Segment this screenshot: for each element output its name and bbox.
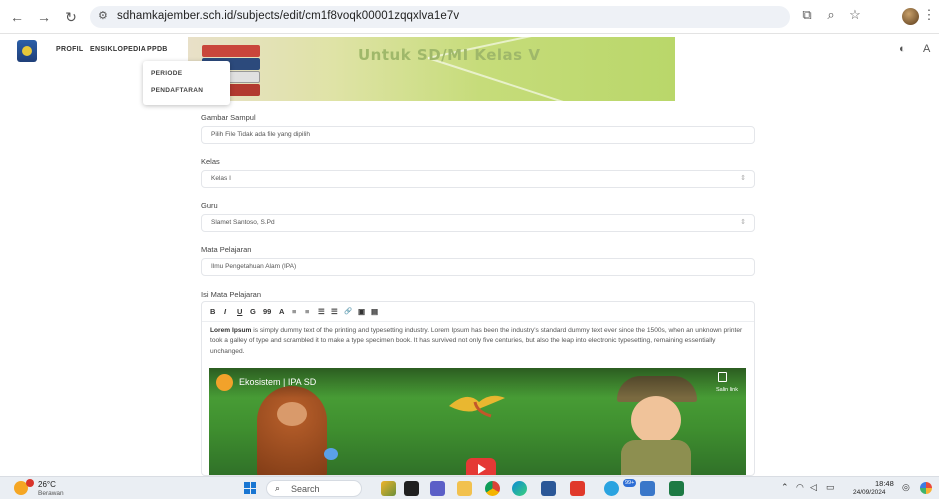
editor-content[interactable]: Lorem Ipsum is simply dummy text of the … [210,326,750,357]
site-info-icon[interactable]: ⚙ [98,9,108,22]
store-icon[interactable] [640,481,655,496]
body-text: is simply dummy text of the printing and… [210,327,743,355]
chrome-icon[interactable] [485,481,500,496]
course-banner: Untuk SD/MI Kelas V [188,37,675,101]
image-button[interactable]: ▣ [358,307,365,316]
browser-toolbar: ← → ↻ ⚙ sdhamkajember.sch.id/subjects/ed… [0,0,939,34]
excel-icon[interactable] [669,481,684,496]
teacher-label: Guru [201,201,218,210]
class-select[interactable]: Kelas I ⇕ [201,170,755,188]
strikethrough-button[interactable]: G [250,307,256,316]
copy-link-icon[interactable] [718,372,727,382]
ppdb-dropdown: PERIODE PENDAFTARAN [143,61,230,105]
file-explorer-icon[interactable] [457,481,472,496]
school-logo[interactable] [17,40,37,62]
file-input-text: Pilih File Tidak ada file yang dipilih [211,131,310,138]
tray-chevron-icon[interactable]: ⌃ [781,482,789,493]
butterfly-illustration [324,448,338,460]
underline-button[interactable]: U [237,307,242,316]
select-arrow-icon: ⇕ [740,175,746,182]
align-right-button[interactable]: ≡ [305,307,309,316]
content-label: Isi Mata Pelajaran [201,290,262,299]
italic-button[interactable]: I [224,307,226,316]
forward-icon[interactable]: → [35,8,53,26]
bullet-list-button[interactable]: ☰ [318,307,325,316]
weather-alert-badge [26,479,34,487]
clock-date[interactable]: 24/09/2024 [853,489,886,496]
teacher-select-value: Slamet Santoso, S.Pd [211,219,275,226]
class-label: Kelas [201,157,220,166]
select-arrow-icon: ⇕ [740,219,746,226]
profile-avatar[interactable] [902,8,919,25]
copy-link-label[interactable]: Salin link [716,387,738,393]
back-icon[interactable]: ← [8,8,26,26]
whatsapp-icon[interactable] [604,481,619,496]
rich-text-editor[interactable]: B I U G 99 A ≡ ≡ ☰ ☰ 🔗 ▣ ▤ Lorem Ipsum i… [201,301,755,476]
dropdown-item-periode[interactable]: PERIODE [151,70,182,77]
youtube-play-icon[interactable] [466,458,496,475]
weather-temperature[interactable]: 26°C [38,480,56,489]
cover-image-label: Gambar Sampul [201,113,256,122]
edge-icon[interactable] [512,481,527,496]
teacher-select[interactable]: Slamet Santoso, S.Pd ⇕ [201,214,755,232]
link-button[interactable]: 🔗 [344,307,352,315]
volume-icon[interactable]: ◁ [810,482,817,493]
windows-start-icon[interactable] [244,482,256,494]
address-bar[interactable]: ⚙ sdhamkajember.sch.id/subjects/edit/cm1… [90,6,790,28]
editor-toolbar: B I U G 99 A ≡ ≡ ☰ ☰ 🔗 ▣ ▤ [202,302,754,322]
channel-logo-icon[interactable] [216,374,233,391]
banner-title: Untuk SD/MI Kelas V [358,46,541,64]
teams-icon[interactable] [430,481,445,496]
nav-ensiklopedia[interactable]: ENSIKLOPEDIA [90,46,146,53]
cover-image-file-input[interactable]: Pilih File Tidak ada file yang dipilih [201,126,755,144]
clock-time[interactable]: 18:48 [875,479,894,488]
menu-dots-icon[interactable]: ⋮ [922,7,936,23]
theme-toggle-icon[interactable]: ◐ [899,43,906,55]
video-button[interactable]: ▤ [371,307,378,316]
bold-button[interactable]: B [210,307,215,316]
url-text: sdhamkajember.sch.id/subjects/edit/cm1f8… [117,10,460,22]
bold-lead-text: Lorem Ipsum [210,327,252,334]
notifications-bell-icon[interactable]: ◎ [902,482,910,493]
taskbar-search[interactable]: ⌕ Search [266,480,362,497]
video-title[interactable]: Ekosistem | IPA SD [239,377,316,387]
weather-description[interactable]: Berawan [38,490,64,497]
notification-badge: 99+ [623,479,637,487]
windows-taskbar: 26°C Berawan ⌕ Search 99+ ⌃ ◠ ◁ ▭ 18:48 … [0,476,939,499]
reload-icon[interactable]: ↻ [62,8,80,26]
align-left-button[interactable]: ≡ [292,307,296,316]
dropdown-item-pendaftaran[interactable]: PENDAFTARAN [151,87,203,94]
copilot-icon[interactable] [920,482,932,494]
orangutan-illustration [257,386,327,475]
bookmark-star-icon[interactable]: ☆ [845,7,865,23]
wifi-icon[interactable]: ◠ [796,482,804,493]
language-icon[interactable]: A [923,43,930,55]
embedded-video[interactable]: Ekosistem | IPA SD Salin link [209,368,746,475]
search-icon: ⌕ [275,483,281,493]
text-color-button[interactable]: A [279,307,284,316]
subject-input[interactable]: Ilmu Pengetahuan Alam (IPA) [201,258,755,276]
translate-icon[interactable]: ⧉ [797,7,817,23]
nav-profil[interactable]: PROFIL [56,46,83,53]
word-icon[interactable] [541,481,556,496]
battery-icon[interactable]: ▭ [826,482,835,493]
taskbar-search-label: Search [291,484,320,494]
nav-ppdb[interactable]: PPDB [147,46,168,53]
subject-input-value: Ilmu Pengetahuan Alam (IPA) [211,263,297,270]
ordered-list-button[interactable]: ☰ [331,307,338,316]
app-icon-dark[interactable] [404,481,419,496]
zoom-icon[interactable]: ⌕ [821,7,841,23]
widgets-app-icon[interactable] [381,481,396,496]
pdf-app-icon[interactable] [570,481,585,496]
quote-button[interactable]: 99 [263,307,271,316]
subject-label: Mata Pelajaran [201,245,252,254]
class-select-value: Kelas I [211,175,231,182]
